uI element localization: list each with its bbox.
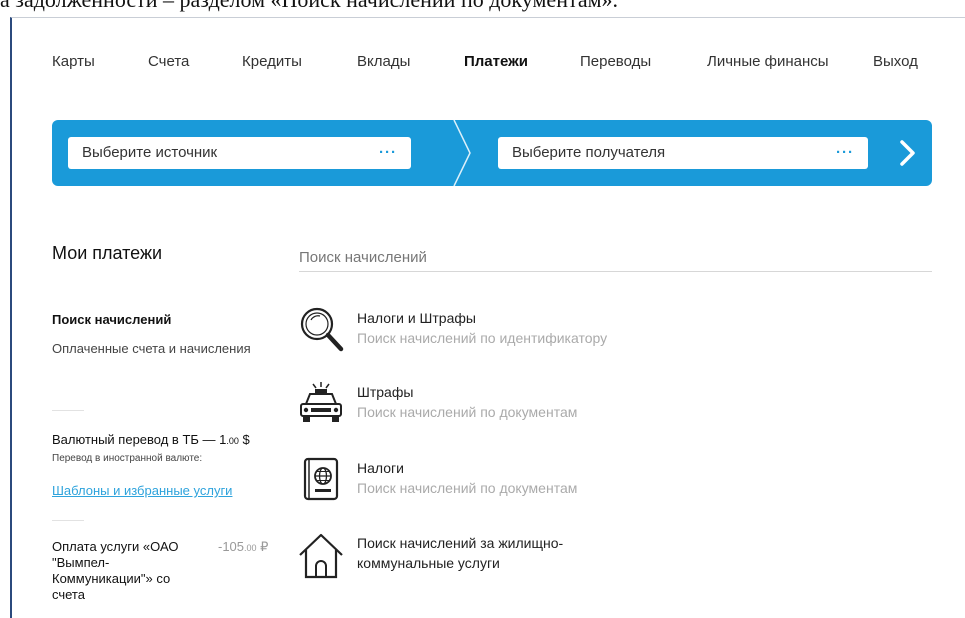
transfer-history-currency: $ [238, 432, 250, 447]
transfer-history-cents: .00 [226, 436, 239, 446]
my-payments-title: Мои платежи [52, 243, 163, 263]
nav-payments[interactable]: Платежи [464, 53, 528, 70]
source-more-icon[interactable]: ··· [379, 137, 397, 169]
search-charges-link[interactable]: Поиск начислений [52, 312, 171, 327]
service-subtitle: Поиск начислений по идентификатору [357, 330, 608, 346]
police-car-icon[interactable] [297, 380, 345, 428]
nav-logout[interactable]: Выход [873, 53, 918, 70]
service-title[interactable]: Поиск начислений за жилищно- [357, 535, 563, 551]
payment-title-line: Оплата услуги «ОАО [52, 539, 179, 554]
transfer-history-title: Валютный перевод в ТБ — 1 [52, 432, 227, 447]
proceed-arrow-icon[interactable] [892, 138, 922, 168]
nav-transfers[interactable]: Переводы [580, 53, 651, 70]
house-icon[interactable] [297, 531, 345, 579]
recipient-placeholder: Выберите получателя [512, 144, 666, 161]
divider [52, 410, 84, 411]
divider [52, 520, 84, 521]
transfer-history-item[interactable]: Валютный перевод в ТБ — 1.00 $ [52, 432, 250, 447]
nav-personal-finance[interactable]: Личные финансы [707, 53, 829, 70]
payment-history-item[interactable]: Оплата услуги «ОАО "Вымпел- Коммуникации… [52, 539, 212, 603]
magnifier-icon[interactable] [297, 305, 345, 353]
nav-deposits[interactable]: Вклады [357, 53, 410, 70]
source-placeholder: Выберите источник [82, 144, 218, 161]
service-subtitle: Поиск начислений по документам [357, 480, 578, 496]
service-title[interactable]: Налоги [357, 460, 404, 476]
document-caption: а задолженности – разделом «Поиск начисл… [0, 0, 965, 12]
transfer-history-subtitle: Перевод в иностранной валюте: [52, 453, 203, 464]
templates-link[interactable]: Шаблоны и избранные услуги [52, 483, 232, 498]
nav-cards[interactable]: Карты [52, 53, 95, 70]
nav-accounts[interactable]: Счета [148, 53, 189, 70]
service-subtitle: Поиск начислений по документам [357, 404, 578, 420]
service-title-line2[interactable]: коммунальные услуги [357, 555, 500, 571]
service-title[interactable]: Налоги и Штрафы [357, 310, 476, 326]
service-title[interactable]: Штрафы [357, 384, 413, 400]
payment-amount: -105.00 ₽ [218, 539, 268, 555]
source-select[interactable]: Выберите источник ··· [68, 137, 411, 169]
passport-icon[interactable] [297, 455, 345, 503]
payment-title-line: "Вымпел- [52, 555, 110, 570]
recipient-more-icon[interactable]: ··· [836, 137, 854, 169]
payment-amount-cents: .00 [244, 543, 257, 553]
payment-amount-currency: ₽ [256, 539, 269, 554]
search-charges-heading: Поиск начислений [299, 249, 427, 266]
paid-bills-link[interactable]: Оплаченные счета и начисления [52, 341, 251, 356]
payment-title-line: Коммуникации"» со [52, 571, 171, 586]
payment-amount-value: -105 [218, 539, 245, 554]
nav-credits[interactable]: Кредиты [242, 53, 302, 70]
chevron-separator-icon [453, 120, 471, 186]
search-underline [299, 271, 932, 272]
recipient-select[interactable]: Выберите получателя ··· [498, 137, 868, 169]
payment-title-line: счета [52, 587, 85, 602]
transfer-bar: Выберите источник ··· Выберите получател… [52, 120, 932, 186]
